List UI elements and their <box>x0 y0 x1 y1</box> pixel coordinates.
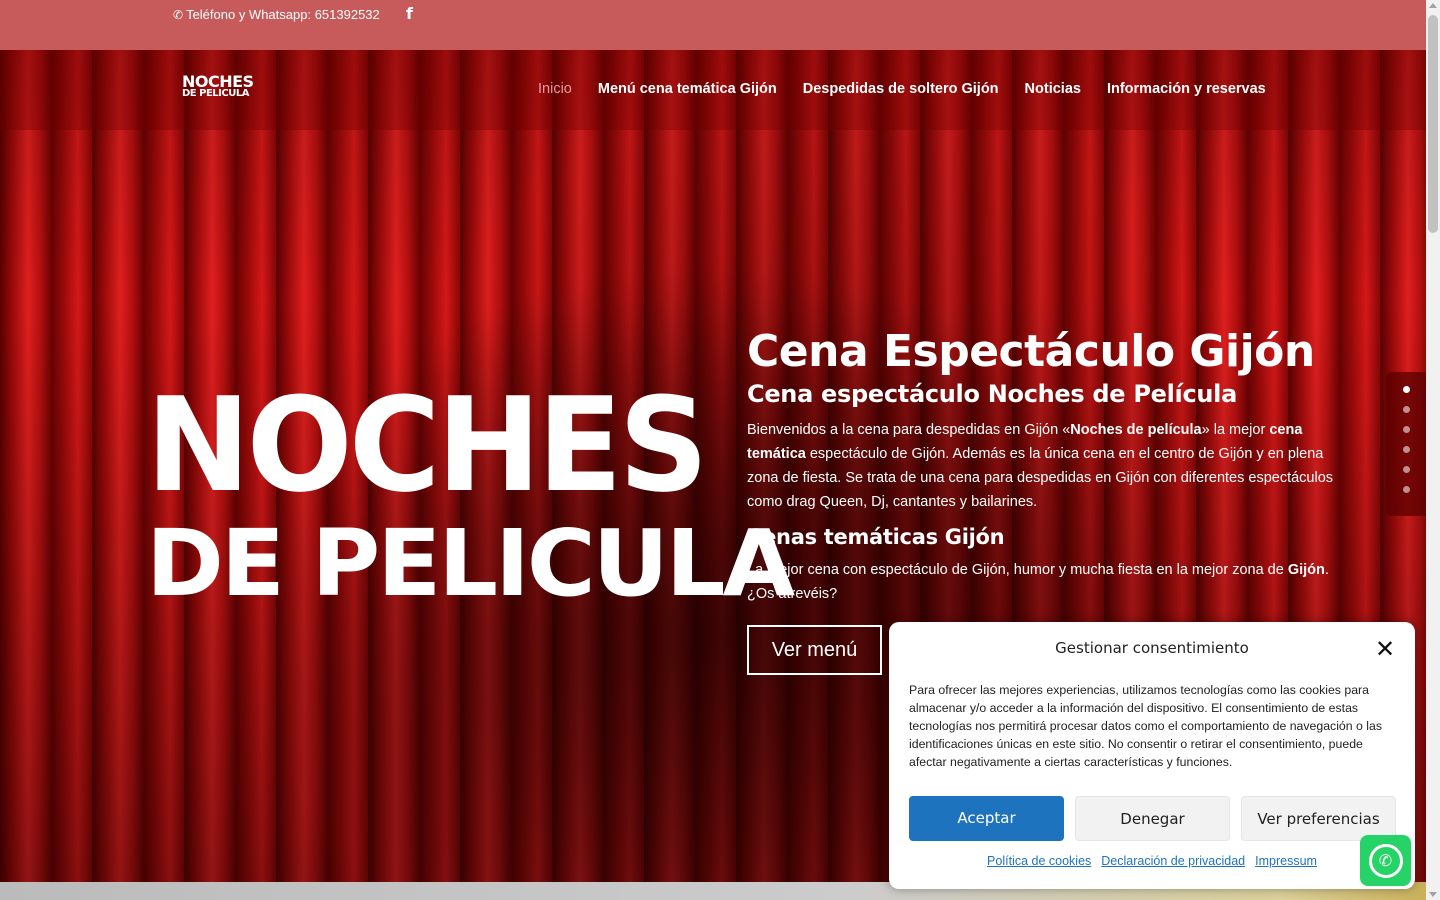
privacy-statement-link[interactable]: Declaración de privacidad <box>1101 854 1245 868</box>
whatsapp-icon: ✆ <box>1368 843 1403 878</box>
hero-intro-paragraph: Bienvenidos a la cena para despedidas en… <box>747 422 1334 511</box>
logo-line-2: DE PELICULA <box>182 88 249 100</box>
hero-title: Cena Espectáculo Gijón <box>747 326 1315 377</box>
nav-item-despedidas[interactable]: Despedidas de soltero Gijón <box>803 81 999 97</box>
hero-subtitle: Cena espectáculo Noches de Película <box>747 380 1237 409</box>
logo-line-1: NOCHES <box>182 72 254 91</box>
nav-item-menu-cena[interactable]: Menú cena temática Gijón <box>598 81 777 97</box>
hero-second-paragraph: La mejor cena con espectáculo de Gijón, … <box>747 562 1329 603</box>
phone-text: Teléfono y Whatsapp: 651392532 <box>186 7 380 22</box>
cookie-policy-link[interactable]: Política de cookies <box>987 854 1091 868</box>
main-header: NOCHES DE PELICULA Inicio Menú cena temá… <box>0 50 1426 130</box>
consent-title: Gestionar consentimiento <box>1055 639 1249 657</box>
scroll-up-icon[interactable] <box>1429 3 1437 8</box>
phone-icon: ✆ <box>173 7 184 22</box>
hero-logo-line-2: DE PELICULA <box>146 510 795 617</box>
slider-dot-5[interactable] <box>1402 466 1410 473</box>
slider-dot-3[interactable] <box>1402 426 1410 433</box>
hero-logo-line-1: NOCHES <box>146 369 709 521</box>
deny-button[interactable]: Denegar <box>1075 796 1230 841</box>
facebook-icon[interactable]: f <box>406 4 413 23</box>
consent-body: Para ofrecer las mejores experiencias, u… <box>909 683 1383 769</box>
slider-dot-4[interactable] <box>1402 446 1410 453</box>
main-nav: Inicio Menú cena temática Gijón Despedid… <box>538 81 1266 97</box>
impressum-link[interactable]: Impressum <box>1255 854 1317 868</box>
close-icon[interactable]: ✕ <box>1375 637 1395 661</box>
nav-item-informacion[interactable]: Información y reservas <box>1107 81 1266 97</box>
slider-dot-1[interactable] <box>1402 386 1410 393</box>
nav-item-inicio[interactable]: Inicio <box>538 81 572 97</box>
hero-logo: NOCHES DE PELICULA <box>146 369 795 610</box>
hero-heading-cenas: Cenas temáticas Gijón <box>747 525 1005 550</box>
slider-dots <box>1386 372 1426 516</box>
consent-links: Política de cookies Declaración de priva… <box>889 854 1415 868</box>
phone-contact[interactable]: ✆ Teléfono y Whatsapp: 651392532 <box>173 7 380 22</box>
ver-menu-button[interactable]: Ver menú <box>747 625 882 676</box>
scroll-down-icon[interactable] <box>1429 892 1437 897</box>
top-bar: ✆ Teléfono y Whatsapp: 651392532 f <box>0 0 1426 50</box>
accept-button[interactable]: Aceptar <box>909 796 1064 841</box>
nav-item-noticias[interactable]: Noticias <box>1025 81 1081 97</box>
consent-buttons: Aceptar Denegar Ver preferencias <box>909 796 1396 841</box>
whatsapp-button[interactable]: ✆ <box>1360 835 1411 886</box>
slider-dot-6[interactable] <box>1402 486 1410 493</box>
page-scrollbar[interactable] <box>1426 0 1440 900</box>
scrollbar-thumb[interactable] <box>1428 15 1438 233</box>
cookie-consent-dialog: Gestionar consentimiento ✕ Para ofrecer … <box>889 622 1415 889</box>
site-logo[interactable]: NOCHES DE PELICULA <box>182 72 254 100</box>
slider-dot-2[interactable] <box>1402 406 1410 413</box>
